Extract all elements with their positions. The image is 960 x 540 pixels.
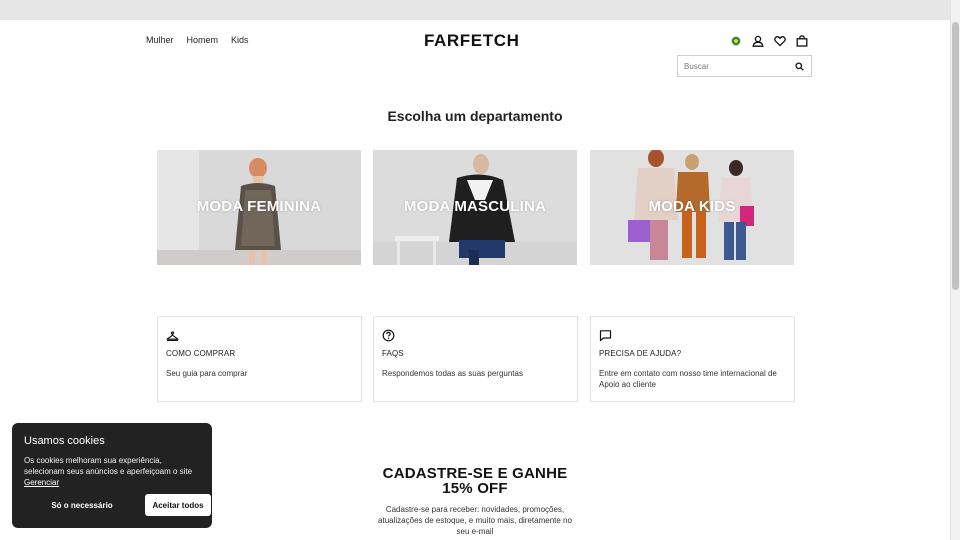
site-header: Mulher Homem Kids FARFETCH	[0, 20, 950, 82]
help-card-need-help[interactable]: PRECISA DE AJUDA? Entre em contato com n…	[590, 316, 795, 402]
nav-link-mulher[interactable]: Mulher	[146, 35, 174, 45]
cookie-title: Usamos cookies	[24, 435, 105, 447]
help-card-description: Seu guia para comprar	[166, 369, 248, 378]
department-tile-feminina[interactable]: MODA FEMININA	[157, 150, 361, 265]
help-card-faqs[interactable]: FAQS Respondemos todas as suas perguntas	[373, 316, 578, 402]
page-title: Escolha um departamento	[387, 108, 563, 124]
necessary-only-button[interactable]: Só o necessário	[24, 494, 140, 516]
department-tile-kids[interactable]: MODA KIDS	[590, 150, 794, 265]
department-label: MODA FEMININA	[196, 198, 322, 215]
accept-all-button[interactable]: Aceitar todos	[145, 494, 211, 516]
signup-title: CADASTRE-SE E GANHE 15% OFF	[360, 466, 590, 496]
main-nav: Mulher Homem Kids	[146, 35, 249, 45]
help-card-how-to-buy[interactable]: COMO COMPRAR Seu guia para comprar	[157, 316, 362, 402]
help-card-description: Entre em contato com nosso time internac…	[599, 369, 777, 389]
signup-text: Cadastre-se para receber: novidades, pro…	[378, 505, 572, 536]
browser-top-strip	[0, 0, 950, 20]
chat-icon	[599, 329, 612, 342]
help-card-title: COMO COMPRAR	[166, 349, 236, 358]
search-icon[interactable]	[788, 56, 810, 76]
bag-icon[interactable]	[795, 34, 809, 48]
cookie-manage-link[interactable]: Gerenciar	[24, 478, 59, 487]
department-tile-masculina[interactable]: MODA MASCULINA	[373, 150, 577, 265]
nav-link-homem[interactable]: Homem	[187, 35, 219, 45]
department-label: MODA KIDS	[648, 198, 736, 215]
signup-title-line2: 15% OFF	[442, 480, 508, 497]
header-icons	[729, 34, 809, 48]
page-scrollbar[interactable]	[950, 0, 960, 540]
question-icon	[382, 329, 395, 342]
department-label: MODA MASCULINA	[403, 198, 547, 215]
help-card-title: PRECISA DE AJUDA?	[599, 349, 682, 358]
cookie-text: Os cookies melhoram sua experiência, sel…	[24, 455, 200, 488]
wishlist-icon[interactable]	[773, 34, 787, 48]
cookie-banner: Usamos cookies Os cookies melhoram sua e…	[12, 423, 212, 528]
search-box	[677, 55, 812, 77]
search-input[interactable]	[678, 61, 788, 71]
hanger-icon	[166, 329, 179, 342]
account-icon[interactable]	[751, 34, 765, 48]
nav-link-kids[interactable]: Kids	[231, 35, 249, 45]
country-flag-icon[interactable]	[729, 34, 743, 48]
cookie-description: Os cookies melhoram sua experiência, sel…	[24, 456, 193, 476]
farfetch-logo[interactable]: FARFETCH	[424, 31, 519, 51]
scrollbar-thumb[interactable]	[952, 22, 959, 290]
newsletter-signup: CADASTRE-SE E GANHE 15% OFF Cadastre-se …	[360, 466, 590, 537]
help-card-description: Respondemos todas as suas perguntas	[382, 369, 523, 378]
help-card-title: FAQS	[382, 349, 404, 358]
cookie-actions: Só o necessário Aceitar todos	[24, 494, 211, 516]
